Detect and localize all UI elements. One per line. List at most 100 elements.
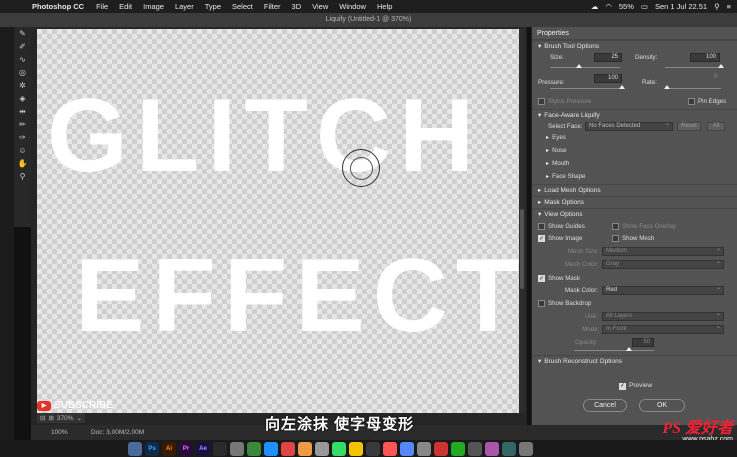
menu-view[interactable]: View <box>312 2 328 11</box>
reset-button[interactable]: Reset <box>677 122 701 131</box>
menu-image[interactable]: Image <box>143 2 164 11</box>
use-dropdown[interactable]: All Layers <box>602 311 724 321</box>
show-mesh-checkbox[interactable] <box>612 235 619 242</box>
show-face-overlay-checkbox[interactable] <box>612 223 619 230</box>
app-icon[interactable] <box>213 441 227 456</box>
menu-list-icon[interactable]: ≡ <box>727 2 731 11</box>
app-icon[interactable] <box>468 441 482 456</box>
face-item-mouth[interactable]: ▸ Mouth <box>532 158 737 169</box>
pressure-field[interactable]: 100 <box>594 74 622 83</box>
illustrator-icon[interactable]: Ai <box>162 441 176 456</box>
app-icon[interactable] <box>434 441 448 456</box>
opacity-slider-knob[interactable] <box>626 347 632 351</box>
size-field[interactable]: 25 <box>594 53 622 62</box>
photos-icon[interactable] <box>298 441 312 456</box>
trash-icon[interactable] <box>519 441 533 456</box>
select-face-dropdown[interactable]: No Faces Detected <box>585 121 673 131</box>
menu-layer[interactable]: Layer <box>175 2 194 11</box>
chrome-icon[interactable] <box>281 441 295 456</box>
pin-edges-checkbox[interactable] <box>688 98 695 105</box>
zoom-control[interactable]: ⊟ ⊞ 370% ⌄ <box>37 413 85 423</box>
ok-button[interactable]: OK <box>639 399 685 412</box>
app-icon[interactable] <box>451 441 465 456</box>
zoom-level[interactable]: 370% <box>57 415 74 422</box>
face-item-nose[interactable]: ▸ Nose <box>532 145 737 156</box>
menu-window[interactable]: Window <box>339 2 366 11</box>
reconstruct-tool-icon[interactable]: ✐ <box>14 40 31 53</box>
smooth-tool-icon[interactable]: ∿ <box>14 53 31 66</box>
view-options-header[interactable]: ▾ View Options <box>532 208 737 220</box>
menu-select[interactable]: Select <box>232 2 253 11</box>
menu-help[interactable]: Help <box>377 2 392 11</box>
after-effects-icon[interactable]: Ae <box>196 441 210 456</box>
app-name[interactable]: Photoshop CC <box>32 2 84 11</box>
opacity-field[interactable]: 50 <box>632 338 654 347</box>
face-item-face-shape[interactable]: ▸ Face Shape <box>532 171 737 182</box>
liquify-canvas[interactable]: GLITCH EFFECT <box>37 29 519 413</box>
zoom-in-icon[interactable]: ⊞ <box>48 414 53 422</box>
finder-icon[interactable] <box>128 441 142 456</box>
stylus-pressure-checkbox[interactable] <box>538 98 545 105</box>
thaw-mask-tool-icon[interactable]: ✑ <box>14 131 31 144</box>
zoom-out-icon[interactable]: ⊟ <box>40 414 45 422</box>
datetime[interactable]: Sen 1 Jul 22.51 <box>655 2 707 11</box>
load-mesh-header[interactable]: ▸ Load Mesh Options <box>532 184 737 196</box>
pressure-slider-knob[interactable] <box>619 85 625 89</box>
forward-warp-tool-icon[interactable]: ✎ <box>14 27 31 40</box>
photoshop-icon[interactable]: Ps <box>145 441 159 456</box>
status-zoom[interactable]: 100% <box>51 425 68 440</box>
creative-cloud-icon[interactable]: ☁ <box>591 2 599 11</box>
brush-reconstruct-header[interactable]: ▾ Brush Reconstruct Options <box>532 355 737 367</box>
face-item-eyes[interactable]: ▸ Eyes <box>532 132 737 143</box>
app-icon[interactable] <box>366 441 380 456</box>
show-guides-checkbox[interactable] <box>538 223 545 230</box>
cancel-button[interactable]: Cancel <box>583 399 627 412</box>
face-aware-header[interactable]: ▾ Face-Aware Liquify <box>532 109 737 121</box>
safari-icon[interactable] <box>264 441 278 456</box>
menu-edit[interactable]: Edit <box>119 2 132 11</box>
density-field[interactable]: 100 <box>690 53 720 62</box>
canvas-scrollbar[interactable] <box>519 29 525 413</box>
app-icon[interactable] <box>247 441 261 456</box>
mesh-color-dropdown[interactable]: Gray <box>602 259 724 269</box>
size-slider-knob[interactable] <box>576 64 582 68</box>
rate-slider[interactable] <box>665 88 721 89</box>
mesh-size-dropdown[interactable]: Medium <box>602 246 724 256</box>
mask-color-dropdown[interactable]: Red <box>602 285 724 295</box>
show-mask-checkbox[interactable] <box>538 274 545 285</box>
all-button[interactable]: All <box>707 122 725 131</box>
density-slider-knob[interactable] <box>718 64 724 68</box>
app-icon[interactable] <box>230 441 244 456</box>
rate-field[interactable]: 0 <box>690 74 720 83</box>
app-icon[interactable] <box>502 441 516 456</box>
app-store-icon[interactable] <box>400 441 414 456</box>
twirl-tool-icon[interactable]: ◎ <box>14 66 31 79</box>
pucker-tool-icon[interactable]: ✲ <box>14 79 31 92</box>
search-icon[interactable]: ⚲ <box>714 2 720 11</box>
hand-tool-icon[interactable]: ✋ <box>14 157 31 170</box>
notes-icon[interactable] <box>349 441 363 456</box>
preview-checkbox[interactable] <box>619 382 626 390</box>
pressure-slider[interactable] <box>550 88 622 89</box>
app-icon[interactable] <box>315 441 329 456</box>
premiere-icon[interactable]: Pr <box>179 441 193 456</box>
push-left-tool-icon[interactable]: ⇹ <box>14 105 31 118</box>
zoom-tool-icon[interactable]: ⚲ <box>14 170 31 183</box>
wifi-icon[interactable]: ◠ <box>605 2 612 11</box>
bloat-tool-icon[interactable]: ◈ <box>14 92 31 105</box>
menu-file[interactable]: File <box>96 2 108 11</box>
brush-tool-options-header[interactable]: ▾ Brush Tool Options <box>532 40 737 52</box>
menu-type[interactable]: Type <box>205 2 221 11</box>
density-slider[interactable] <box>665 67 721 68</box>
menu-filter[interactable]: Filter <box>264 2 281 11</box>
menu-3d[interactable]: 3D <box>292 2 302 11</box>
mask-options-header[interactable]: ▸ Mask Options <box>532 196 737 208</box>
freeze-mask-tool-icon[interactable]: ✏ <box>14 118 31 131</box>
mode-dropdown[interactable]: In Front <box>602 324 724 334</box>
battery-icon[interactable]: ▭ <box>641 2 648 11</box>
size-slider[interactable] <box>550 67 620 68</box>
music-icon[interactable] <box>383 441 397 456</box>
settings-icon[interactable] <box>417 441 431 456</box>
show-image-checkbox[interactable] <box>538 234 545 245</box>
messages-icon[interactable] <box>332 441 346 456</box>
